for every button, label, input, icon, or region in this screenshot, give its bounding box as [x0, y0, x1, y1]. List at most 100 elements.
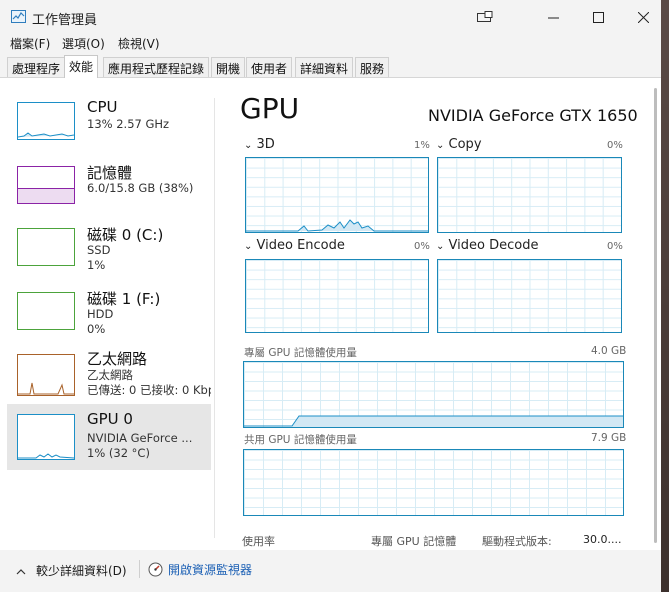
sidebar-item-title: 磁碟 0 (C:)	[87, 226, 164, 244]
desktop-background	[661, 0, 669, 592]
tab-services[interactable]: 服務	[355, 57, 390, 77]
engine-3d-graph	[245, 157, 429, 233]
engine-label: Video Decode	[448, 238, 539, 253]
engine-value: 0%	[414, 241, 430, 252]
chevron-down-icon: ⌄	[244, 241, 253, 252]
resource-monitor-icon	[148, 562, 163, 577]
cpu-graph	[17, 102, 75, 140]
tab-startup[interactable]: 開機	[211, 57, 246, 77]
network-graph	[17, 354, 75, 396]
tab-processes[interactable]: 處理程序	[7, 57, 66, 77]
compact-view-button[interactable]	[470, 0, 500, 34]
engine-video-decode-selector[interactable]: ⌄ Video Decode	[436, 238, 538, 253]
page-title: GPU	[240, 92, 300, 125]
engine-video-decode-graph	[437, 259, 622, 333]
engine-label: Copy	[448, 137, 482, 152]
engine-value: 0%	[607, 140, 623, 151]
title-bar: 工作管理員	[0, 0, 661, 34]
sidebar-item-title: CPU	[87, 98, 118, 116]
sidebar-item-title: 乙太網路	[87, 350, 148, 368]
minimize-icon	[547, 17, 559, 18]
gpu-sparkline	[18, 453, 75, 459]
engine-video-encode-graph	[245, 259, 429, 333]
engine-label: 3D	[256, 137, 275, 152]
sidebar-item-sub: HDD	[87, 307, 114, 321]
sidebar-item-disk-1[interactable]: 磁碟 1 (F:) HDD 0%	[7, 282, 211, 348]
tab-users[interactable]: 使用者	[246, 57, 293, 77]
footer-divider	[139, 560, 140, 578]
engine-value: 0%	[607, 241, 623, 252]
dedicated-memory-label: 專屬 GPU 記憶體使用量	[244, 347, 357, 359]
cpu-sparkline	[17, 132, 75, 138]
sidebar-item-sub: 13% 2.57 GHz	[87, 117, 170, 131]
footer: 較少詳細資料(D) 開啟資源監視器	[0, 550, 661, 592]
sidebar-item-ethernet[interactable]: 乙太網路 乙太網路 已傳送: 0 已接收: 0 Kbp	[7, 342, 211, 408]
engine-video-encode-selector[interactable]: ⌄ Video Encode	[244, 238, 345, 253]
task-manager-app-icon	[11, 10, 26, 23]
dedicated-memory-line	[244, 415, 623, 427]
resource-monitor-label: 開啟資源監視器	[168, 563, 253, 577]
engine-3d-selector[interactable]: ⌄ 3D	[244, 137, 275, 152]
engine-3d-line	[246, 219, 428, 232]
scrollbar[interactable]	[654, 88, 657, 543]
sidebar-item-sub2: 1% (32 °C)	[87, 446, 150, 460]
sidebar-item-sub2: 已傳送: 0 已接收: 0 Kbp	[87, 383, 211, 397]
stat-dedicated-memory-label: 專屬 GPU 記憶體	[371, 535, 457, 548]
sidebar-item-sub2: 0%	[87, 322, 106, 336]
sidebar-item-memory[interactable]: 記憶體 6.0/15.8 GB (38%)	[7, 156, 211, 222]
tab-bar: 處理程序 效能 應用程式歷程記錄 開機 使用者 詳細資料 服務	[0, 54, 661, 78]
stat-utilization-label: 使用率	[242, 535, 275, 548]
shared-memory-max: 7.9 GB	[591, 432, 627, 444]
gpu-graph	[17, 414, 75, 460]
engine-label: Video Encode	[256, 238, 345, 253]
less-details-button[interactable]: 較少詳細資料(D)	[16, 562, 127, 579]
performance-panel: CPU 13% 2.57 GHz 記憶體 6.0/15.8 GB (38%) 磁…	[0, 78, 661, 550]
engine-copy-selector[interactable]: ⌄ Copy	[436, 137, 482, 152]
shared-memory-graph	[243, 449, 624, 516]
close-button[interactable]	[625, 0, 661, 34]
tab-app-history[interactable]: 應用程式歷程記錄	[103, 57, 210, 77]
sidebar-item-title: 記憶體	[87, 164, 133, 182]
menu-options[interactable]: 選項(O)	[62, 35, 105, 52]
sidebar-item-title: GPU 0	[87, 410, 133, 428]
sidebar-item-sub: 乙太網路	[87, 368, 133, 382]
sidebar-item-cpu[interactable]: CPU 13% 2.57 GHz	[7, 92, 211, 158]
menu-view[interactable]: 檢視(V)	[118, 35, 160, 52]
disk-graph	[17, 292, 75, 330]
sidebar-item-sub2: 1%	[87, 258, 106, 272]
chevron-up-icon	[16, 569, 26, 575]
stat-driver-label: 驅動程式版本:	[482, 535, 552, 548]
chevron-down-icon: ⌄	[436, 241, 445, 252]
tab-details[interactable]: 詳細資料	[295, 57, 354, 77]
dedicated-memory-graph	[243, 361, 624, 428]
sidebar-item-title: 磁碟 1 (F:)	[87, 290, 161, 308]
engine-copy-graph	[437, 157, 622, 233]
close-icon	[637, 11, 649, 23]
maximize-icon	[592, 11, 604, 23]
open-resource-monitor-link[interactable]: 開啟資源監視器	[148, 561, 252, 578]
window-title: 工作管理員	[32, 13, 98, 28]
engine-value: 1%	[414, 140, 430, 151]
maximize-button[interactable]	[580, 0, 616, 34]
task-manager-window: 工作管理員 檔案(F) 選項(O) 檢視(V) 處理程序 效能 應用程式歷程記錄…	[0, 0, 661, 592]
menu-file[interactable]: 檔案(F)	[10, 35, 50, 52]
tab-performance[interactable]: 效能	[64, 55, 99, 78]
memory-fill	[18, 188, 74, 203]
sidebar-item-sub: NVIDIA GeForce ...	[87, 431, 193, 445]
sidebar-item-sub: SSD	[87, 243, 111, 257]
chevron-down-icon: ⌄	[244, 140, 253, 151]
sidebar-divider	[214, 98, 215, 538]
network-sparkline	[18, 382, 74, 395]
compact-view-icon	[477, 11, 493, 22]
memory-graph	[17, 166, 75, 204]
shared-memory-label: 共用 GPU 記憶體使用量	[244, 434, 357, 446]
sidebar-item-sub: 6.0/15.8 GB (38%)	[87, 181, 194, 195]
minimize-button[interactable]	[535, 0, 571, 34]
gpu-model-name: NVIDIA GeForce GTX 1650	[428, 106, 638, 125]
sidebar-item-gpu-0[interactable]: GPU 0 NVIDIA GeForce ... 1% (32 °C)	[7, 404, 211, 470]
sidebar-item-disk-0[interactable]: 磁碟 0 (C:) SSD 1%	[7, 218, 211, 284]
stat-driver-value: 30.0....	[583, 533, 622, 546]
disk-graph	[17, 228, 75, 266]
dedicated-memory-max: 4.0 GB	[591, 345, 627, 357]
less-details-label: 較少詳細資料(D)	[36, 564, 127, 578]
